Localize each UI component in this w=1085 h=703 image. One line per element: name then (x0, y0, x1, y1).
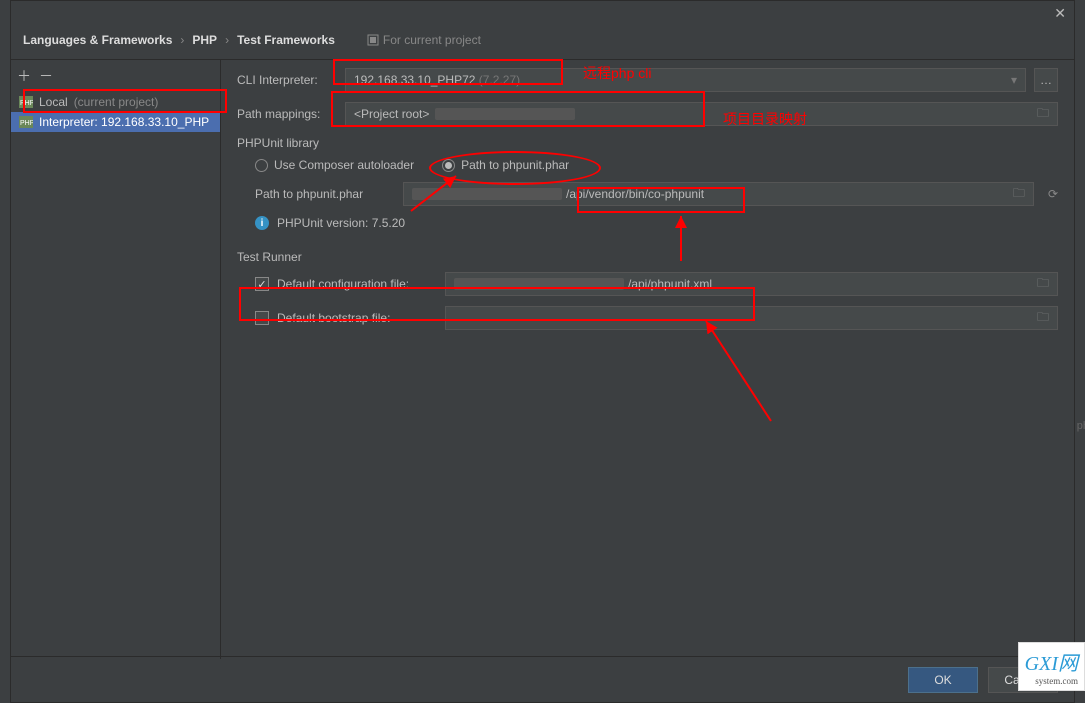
boot-field[interactable]: 🗀 (445, 306, 1058, 330)
close-icon[interactable]: ✕ (1054, 5, 1066, 22)
boot-checkbox[interactable] (255, 311, 269, 325)
cli-row: CLI Interpreter: 192.168.33.10_PHP72 (7.… (237, 68, 1058, 92)
redacted-path (435, 108, 575, 120)
conf-label: Default configuration file: (277, 277, 437, 291)
redacted-path (454, 278, 624, 290)
hint-text: For current project (383, 33, 481, 47)
crumb-2[interactable]: Test Frameworks (237, 33, 335, 47)
boot-label: Default bootstrap file: (277, 311, 437, 325)
chevron-right-icon: › (225, 33, 229, 47)
sidebar-item-label: Interpreter: 192.168.33.10_PHP (39, 115, 209, 129)
main-area: ＋ － PHP Local (current project) PHP Inte… (11, 59, 1074, 659)
content: CLI Interpreter: 192.168.33.10_PHP72 (7.… (221, 60, 1074, 659)
cli-interpreter-select[interactable]: 192.168.33.10_PHP72 (7.2.27) ▾ (345, 68, 1026, 92)
conf-row: Default configuration file: /api/phpunit… (255, 272, 1058, 296)
folder-icon[interactable]: 🗀 (1037, 308, 1049, 329)
sidebar-item-label: Local (39, 95, 68, 109)
crumb-0[interactable]: Languages & Frameworks (23, 33, 172, 47)
conf-field[interactable]: /api/phpunit.xml 🗀 (445, 272, 1058, 296)
watermark-name: GXI网 (1025, 653, 1078, 675)
conf-value: /api/phpunit.xml (628, 277, 712, 291)
sidebar-item-interpreter[interactable]: PHP Interpreter: 192.168.33.10_PHP (11, 112, 220, 132)
folder-icon[interactable]: 🗀 (1037, 274, 1049, 295)
sidebar-toolbar: ＋ － (11, 64, 220, 92)
radio-phar-label: Path to phpunit.phar (461, 158, 569, 172)
watermark: GXI网 system.com (1018, 642, 1085, 691)
watermark-sub: system.com (1025, 676, 1078, 686)
phpunit-library-title: PHPUnit library (237, 136, 1058, 150)
radio-composer[interactable]: Use Composer autoloader (255, 158, 414, 172)
phpunit-version-row: i PHPUnit version: 7.5.20 (255, 216, 1058, 230)
phar-path-row: Path to phpunit.phar /api/vendor/bin/co-… (255, 182, 1058, 206)
phpunit-version-text: PHPUnit version: 7.5.20 (277, 216, 405, 230)
sidebar: ＋ － PHP Local (current project) PHP Inte… (11, 60, 221, 659)
sidebar-item-suffix: (current project) (74, 95, 159, 109)
settings-dialog: ✕ Languages & Frameworks › PHP › Test Fr… (10, 0, 1075, 703)
ok-button[interactable]: OK (908, 667, 978, 693)
phar-path-value: /api/vendor/bin/co-phpunit (566, 187, 704, 201)
cli-value: 192.168.33.10_PHP72 (354, 73, 475, 87)
svg-text:PHP: PHP (20, 100, 33, 107)
cli-version: (7.2.27) (479, 73, 520, 87)
cli-label: CLI Interpreter: (237, 73, 337, 87)
remove-button[interactable]: － (39, 66, 53, 86)
mapping-value: <Project root> (354, 107, 429, 121)
radio-composer-label: Use Composer autoloader (274, 158, 414, 172)
cli-more-button[interactable]: … (1034, 68, 1058, 92)
add-button[interactable]: ＋ (17, 66, 31, 86)
breadcrumb: Languages & Frameworks › PHP › Test Fram… (11, 25, 1074, 59)
mapping-label: Path mappings: (237, 107, 337, 121)
phar-path-label: Path to phpunit.phar (255, 187, 395, 201)
conf-checkbox[interactable] (255, 277, 269, 291)
titlebar: ✕ (11, 1, 1074, 25)
boot-row: Default bootstrap file: 🗀 (255, 306, 1058, 330)
radio-phar[interactable]: Path to phpunit.phar (442, 158, 569, 172)
redacted-path (412, 188, 562, 200)
chevron-down-icon: ▾ (1011, 73, 1017, 87)
mapping-row: Path mappings: <Project root> 🗀 (237, 102, 1058, 126)
path-mapping-field[interactable]: <Project root> 🗀 (345, 102, 1058, 126)
chevron-right-icon: › (180, 33, 184, 47)
folder-icon[interactable]: 🗀 (1013, 184, 1025, 205)
test-runner-title: Test Runner (237, 250, 1058, 264)
sidebar-item-local[interactable]: PHP Local (current project) (11, 92, 220, 112)
folder-icon[interactable]: 🗀 (1037, 104, 1049, 125)
reload-icon[interactable]: ⟳ (1048, 187, 1058, 201)
crumb-1[interactable]: PHP (192, 33, 217, 47)
svg-text:PHP: PHP (20, 120, 33, 127)
phar-path-field[interactable]: /api/vendor/bin/co-phpunit 🗀 (403, 182, 1034, 206)
dialog-footer: OK Cancel (11, 656, 1074, 702)
current-project-hint: For current project (367, 33, 481, 47)
lib-radio-row: Use Composer autoloader Path to phpunit.… (255, 158, 1058, 172)
clipped-text: ph (1077, 420, 1085, 432)
info-icon: i (255, 216, 269, 230)
